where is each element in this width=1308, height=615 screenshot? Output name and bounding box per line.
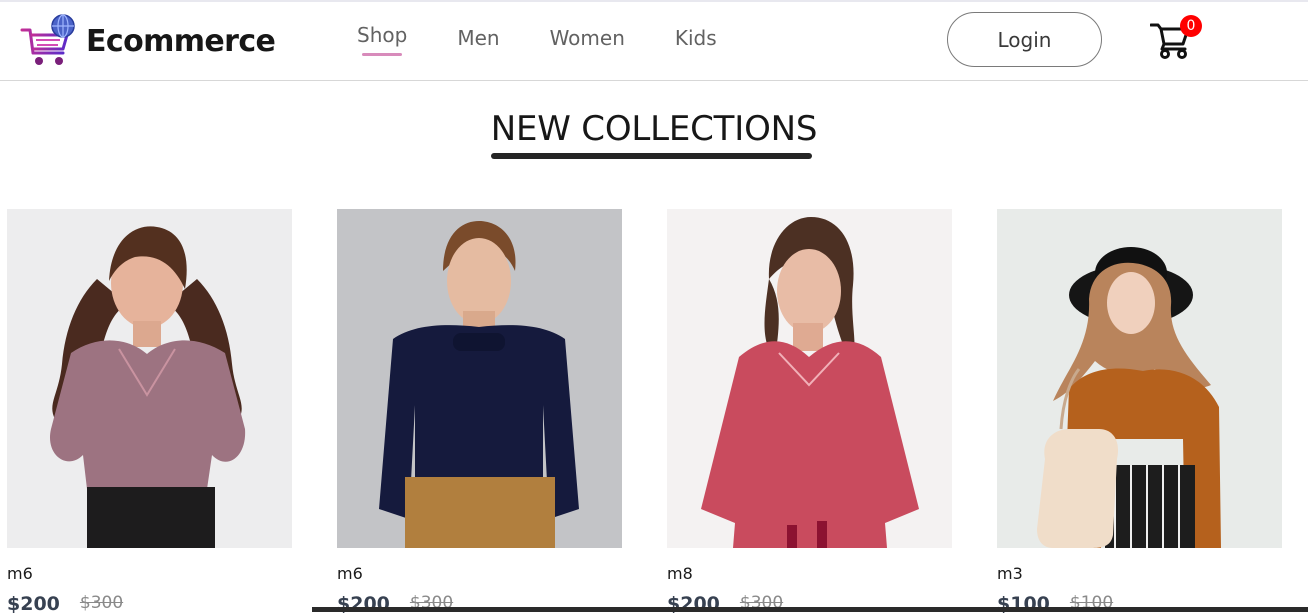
product-card[interactable]: m3 $100 $100 xyxy=(997,209,1282,615)
product-image[interactable] xyxy=(337,209,622,548)
brand-name: Ecommerce xyxy=(86,24,276,59)
nav-item-label: Men xyxy=(457,26,500,50)
product-card[interactable]: m6 $200 $300 xyxy=(337,209,622,615)
nav-item-label: Women xyxy=(549,26,625,50)
product-name: m3 xyxy=(997,564,1023,583)
nav-item-women[interactable]: Women xyxy=(550,24,625,52)
nav-item-shop[interactable]: Shop xyxy=(357,21,408,56)
login-button[interactable]: Login xyxy=(947,12,1102,67)
product-image[interactable] xyxy=(667,209,952,548)
product-card[interactable]: m8 $200 $300 xyxy=(667,209,952,615)
model-photo-image xyxy=(997,209,1282,548)
product-name: m8 xyxy=(667,564,693,583)
product-name: m6 xyxy=(337,564,363,583)
model-photo-image xyxy=(667,209,952,548)
nav-item-label: Shop xyxy=(357,23,408,47)
bottom-scroll-edge xyxy=(312,607,1308,612)
navbar: Ecommerce Shop Men Women Kids Login 0 xyxy=(0,2,1308,81)
product-image[interactable] xyxy=(7,209,292,548)
section-title: NEW COLLECTIONS xyxy=(490,109,818,149)
brand-logo[interactable]: Ecommerce xyxy=(20,14,276,68)
shopping-cart-globe-icon xyxy=(20,14,75,65)
main-nav: Shop Men Women Kids xyxy=(357,21,717,56)
nav-item-label: Kids xyxy=(674,26,717,50)
model-photo-image xyxy=(337,209,622,548)
product-card[interactable]: m6 $200 $300 xyxy=(7,209,292,615)
nav-item-kids[interactable]: Kids xyxy=(675,24,717,52)
section-title-underline xyxy=(491,153,812,159)
nav-item-men[interactable]: Men xyxy=(457,24,499,52)
product-name: m6 xyxy=(7,564,33,583)
cart-button[interactable]: 0 xyxy=(1150,15,1204,60)
product-image[interactable] xyxy=(997,209,1282,548)
cart-count-badge: 0 xyxy=(1180,15,1202,37)
model-photo-image xyxy=(7,209,292,548)
active-indicator xyxy=(362,53,403,56)
